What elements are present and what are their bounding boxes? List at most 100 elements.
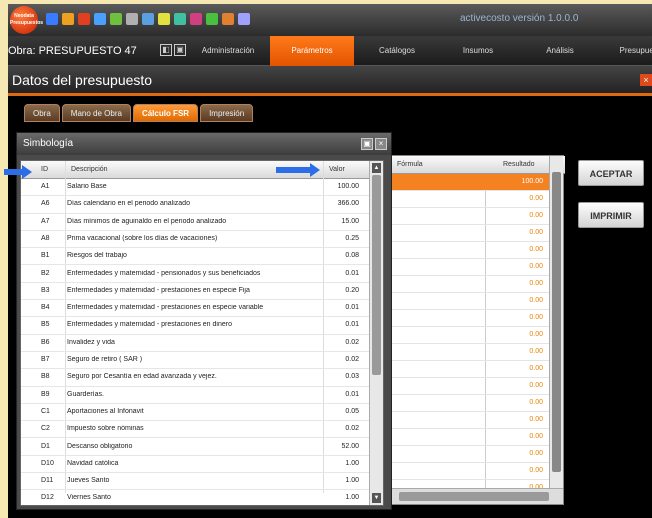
table-row[interactable]: D12 Viernes Santo 1.00 — [21, 490, 371, 505]
toolbar-icon-8[interactable] — [158, 13, 170, 25]
toolbar-icon-4[interactable] — [94, 13, 106, 25]
toolbar-icon-7[interactable] — [142, 13, 154, 25]
annotation-arrow-left — [4, 165, 32, 179]
id-cell: B6 — [41, 338, 50, 346]
table-row[interactable]: B3 Enfermedades y maternidad - prestacion… — [21, 283, 371, 301]
fsr-row[interactable]: 0.00 — [385, 412, 549, 429]
menu-administracion[interactable]: Administración — [194, 36, 262, 66]
col-resultado[interactable]: Resultado — [503, 161, 535, 168]
result-cell: 0.00 — [529, 365, 543, 372]
fsr-row[interactable]: 0.00 — [385, 446, 549, 463]
menu-catalogos[interactable]: Catálogos — [366, 36, 428, 66]
value-cell: 366.00 — [337, 200, 359, 208]
grid-scroll-thumb[interactable] — [372, 175, 381, 375]
close-dialog-icon[interactable]: × — [375, 138, 387, 150]
result-cell: 0.00 — [529, 246, 543, 253]
table-row[interactable]: A6 Días calendario en el periodo analizad… — [21, 196, 371, 214]
toolbar-icon-2[interactable] — [62, 13, 74, 25]
result-cell: 0.00 — [529, 280, 543, 287]
fsr-row[interactable]: 0.00 — [385, 191, 549, 208]
table-row[interactable]: A1 Salario Base 100.00 — [21, 179, 371, 197]
fsr-row[interactable]: 100.00 — [385, 174, 549, 191]
aceptar-button[interactable]: ACEPTAR — [578, 160, 644, 186]
fsr-row[interactable]: 0.00 — [385, 242, 549, 259]
table-row[interactable]: D1 Descanso obligatorio 52.00 — [21, 439, 371, 456]
toolbar-icon-3[interactable] — [78, 13, 90, 25]
menu-analisis[interactable]: Análisis — [530, 36, 590, 66]
value-cell: 15.00 — [341, 217, 359, 225]
fsr-row[interactable]: 0.00 — [385, 310, 549, 327]
fsr-horizontal-scrollbar[interactable] — [385, 488, 563, 504]
toolbar-icon-10[interactable] — [190, 13, 202, 25]
tab-obra[interactable]: Obra — [24, 104, 60, 122]
fsr-row[interactable]: 0.00 — [385, 208, 549, 225]
table-row[interactable]: B2 Enfermedades y maternidad - pensionado… — [21, 266, 371, 283]
table-row[interactable]: C1 Aportaciones al Infonavit 0.05 — [21, 404, 371, 422]
fsr-formula-table: Fórmula Resultado 100.00 0.00 0.00 0.00 0.00… — [384, 155, 565, 505]
toolbar-icon-5[interactable] — [110, 13, 122, 25]
description-cell: Seguro por Cesantía en edad avanzada y v… — [67, 373, 217, 381]
id-cell: B2 — [41, 269, 50, 277]
table-row[interactable]: B5 Enfermedades y maternidad - prestacion… — [21, 317, 371, 335]
result-cell: 0.00 — [529, 348, 543, 355]
fsr-row[interactable]: 0.00 — [385, 395, 549, 412]
value-cell: 52.00 — [341, 442, 359, 450]
id-cell: C1 — [41, 407, 50, 415]
fsr-row[interactable]: 0.00 — [385, 293, 549, 310]
fsr-row[interactable]: 0.00 — [385, 378, 549, 395]
result-cell: 0.00 — [529, 314, 543, 321]
toolbar-icon-11[interactable] — [206, 13, 218, 25]
restore-icon[interactable]: ▣ — [361, 138, 373, 150]
table-row[interactable]: A8 Prima vacacional (sobre los días de va… — [21, 231, 371, 249]
menu-parametros[interactable]: Parámetros — [270, 36, 354, 66]
col-id[interactable]: ID — [41, 166, 48, 173]
id-cell: C2 — [41, 425, 50, 433]
fsr-row[interactable]: 0.00 — [385, 361, 549, 378]
toolbar-icon-12[interactable] — [222, 13, 234, 25]
fsr-row[interactable]: 0.00 — [385, 429, 549, 446]
grid-vertical-scrollbar[interactable]: ▲ ▼ — [369, 161, 383, 505]
table-row[interactable]: B6 Invalidez y vida 0.02 — [21, 335, 371, 352]
scroll-thumb[interactable] — [552, 172, 561, 472]
toolbar-icon-6[interactable] — [126, 13, 138, 25]
tab-mano-de-obra[interactable]: Mano de Obra — [61, 104, 131, 122]
fsr-row[interactable]: 0.00 — [385, 225, 549, 242]
fsr-row[interactable]: 0.00 — [385, 327, 549, 344]
hscroll-thumb[interactable] — [399, 492, 549, 501]
toolbar-icon-13[interactable] — [238, 13, 250, 25]
fsr-row[interactable]: 0.00 — [385, 463, 549, 480]
close-icon[interactable]: × — [640, 74, 652, 86]
toolbar-icon-9[interactable] — [174, 13, 186, 25]
description-cell: Aportaciones al Infonavit — [67, 407, 144, 415]
table-row[interactable]: B9 Guarderías. 0.01 — [21, 387, 371, 404]
table-row[interactable]: A7 Días mínimos de aguinaldo en el period… — [21, 214, 371, 231]
fsr-row[interactable]: 0.00 — [385, 344, 549, 361]
col-valor[interactable]: Valor — [329, 166, 345, 173]
imprimir-button[interactable]: IMPRIMIR — [578, 202, 644, 228]
table-row[interactable]: D10 Navidad católica 1.00 — [21, 456, 371, 474]
table-row[interactable]: B1 Riesgos del trabajo 0.08 — [21, 248, 371, 266]
toolbar-icon-1[interactable] — [46, 13, 58, 25]
tab-impresion[interactable]: Impresión — [200, 104, 254, 122]
value-cell: 0.01 — [345, 390, 359, 398]
scroll-down-icon[interactable]: ▼ — [372, 493, 381, 503]
value-cell: 0.01 — [345, 269, 359, 277]
scroll-up-icon[interactable]: ▲ — [372, 163, 381, 173]
table-row[interactable]: D11 Jueves Santo 1.00 — [21, 473, 371, 491]
obra-info-icon[interactable]: ▣ — [174, 44, 186, 56]
fsr-row[interactable]: 0.00 — [385, 259, 549, 276]
description-cell: Salario Base — [67, 183, 107, 190]
table-row[interactable]: B8 Seguro por Cesantía en edad avanzada y… — [21, 369, 371, 387]
table-row[interactable]: B4 Enfermedades y maternidad - prestacion… — [21, 300, 371, 318]
col-formula[interactable]: Fórmula — [397, 161, 423, 168]
obra-open-icon[interactable]: ◧ — [160, 44, 172, 56]
menu-insumos[interactable]: Insumos — [448, 36, 508, 66]
menu-presupuesto[interactable]: Presupuesto — [612, 36, 652, 66]
table-row[interactable]: B7 Seguro de retiro ( SAR ) 0.02 — [21, 352, 371, 370]
tab-calculo-fsr[interactable]: Cálculo FSR — [132, 104, 199, 122]
col-descripcion[interactable]: Descripción — [71, 166, 108, 173]
value-cell: 0.03 — [345, 373, 359, 381]
table-row[interactable]: C2 Impuesto sobre nóminas 0.02 — [21, 421, 371, 439]
fsr-row[interactable]: 0.00 — [385, 276, 549, 293]
fsr-vertical-scrollbar[interactable] — [549, 156, 563, 488]
